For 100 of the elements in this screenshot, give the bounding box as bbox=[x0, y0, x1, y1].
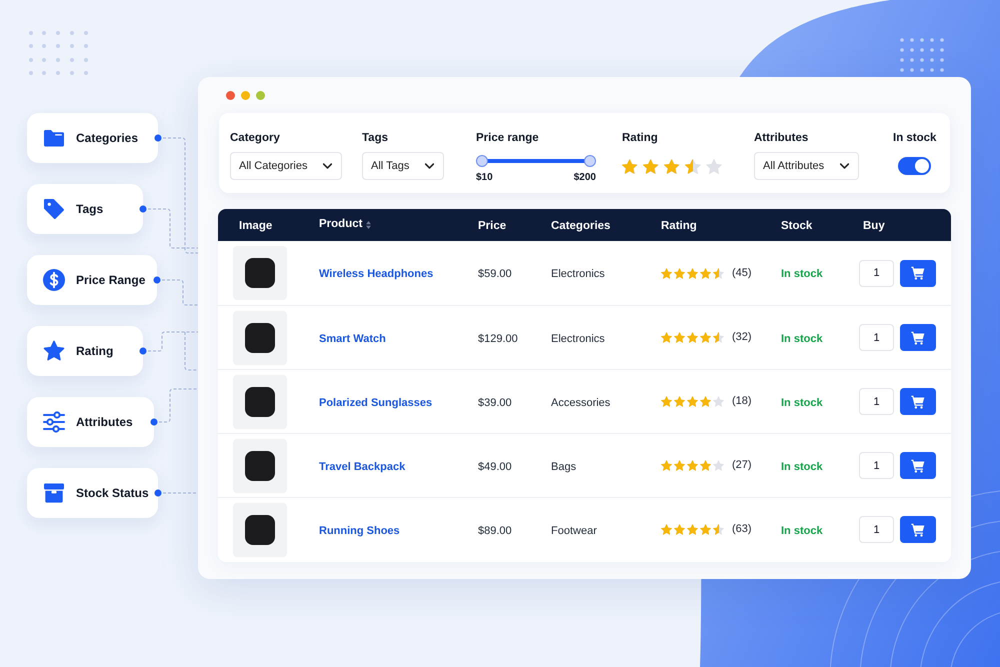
product-link[interactable]: Smart Watch bbox=[319, 332, 386, 344]
range-handle[interactable] bbox=[476, 155, 488, 167]
range-min-label: $10 bbox=[476, 171, 493, 185]
add-to-cart-button[interactable] bbox=[900, 324, 936, 351]
star-icon bbox=[622, 158, 638, 174]
category-text: Electronics bbox=[551, 268, 605, 280]
category-text: Accessories bbox=[551, 396, 610, 408]
box-icon bbox=[43, 482, 65, 504]
connector-line bbox=[154, 276, 198, 306]
column-header: Price bbox=[478, 220, 506, 232]
product-photo-placeholder bbox=[233, 438, 287, 492]
star-icon bbox=[661, 524, 672, 535]
quantity-input[interactable]: 1 bbox=[859, 324, 894, 351]
star-icon bbox=[713, 460, 724, 471]
feature-label: Attributes bbox=[76, 414, 133, 431]
dot-grid-drawing bbox=[900, 38, 944, 72]
add-to-cart-button[interactable] bbox=[900, 516, 936, 543]
product-photo-placeholder bbox=[233, 310, 287, 364]
star-icon bbox=[674, 396, 685, 407]
range-handle[interactable] bbox=[584, 155, 596, 167]
add-to-cart-button[interactable] bbox=[900, 388, 936, 415]
chevron-down-icon bbox=[323, 163, 332, 169]
star-icon bbox=[687, 460, 698, 471]
feature-label: Categories bbox=[76, 130, 138, 147]
feature-label: Stock Status bbox=[76, 485, 149, 502]
price-text: $59.00 bbox=[478, 268, 512, 280]
star-icon bbox=[674, 268, 685, 278]
star-icon bbox=[674, 460, 685, 471]
star-icon bbox=[700, 396, 711, 407]
star-icon bbox=[687, 524, 698, 535]
add-to-cart-button[interactable] bbox=[900, 260, 936, 286]
product-link[interactable]: Polarized Sunglasses bbox=[319, 396, 432, 408]
quantity-input[interactable]: 1 bbox=[859, 260, 894, 286]
star-icon bbox=[713, 268, 724, 278]
cart-icon bbox=[911, 330, 925, 344]
dropdown[interactable]: All Tags bbox=[362, 152, 444, 180]
star-icon bbox=[687, 268, 698, 278]
star-icon bbox=[43, 340, 65, 362]
quantity-input[interactable]: 1 bbox=[859, 516, 894, 543]
star-icon bbox=[661, 268, 672, 278]
review-count: (32) bbox=[732, 330, 752, 346]
category-text: Footwear bbox=[551, 524, 597, 536]
star-icon bbox=[661, 332, 672, 343]
connector-line bbox=[150, 388, 198, 426]
dropdown[interactable]: All Attributes bbox=[754, 152, 860, 180]
review-count: (18) bbox=[732, 394, 752, 410]
review-count: (27) bbox=[732, 458, 752, 474]
product-link[interactable]: Travel Backpack bbox=[319, 460, 406, 472]
review-count: (63) bbox=[732, 522, 752, 538]
star-icon bbox=[643, 158, 659, 174]
product-photo-placeholder bbox=[233, 246, 287, 300]
quantity-input[interactable]: 1 bbox=[859, 452, 894, 479]
product-link[interactable]: Wireless Headphones bbox=[319, 268, 434, 280]
column-header: Stock bbox=[781, 220, 812, 232]
star-icon bbox=[700, 332, 711, 343]
filter-label: Category bbox=[230, 131, 281, 145]
toggle-switch[interactable] bbox=[898, 157, 931, 175]
stock-status: In stock bbox=[781, 332, 823, 344]
window-close-button[interactable] bbox=[226, 91, 235, 100]
cart-icon bbox=[911, 522, 925, 536]
product-photo-placeholder bbox=[233, 502, 287, 556]
star-icon bbox=[687, 332, 698, 343]
connector-line bbox=[140, 332, 198, 370]
feature-label: Price Range bbox=[76, 272, 146, 289]
category-text: Electronics bbox=[551, 332, 605, 344]
filter-label: In stock bbox=[893, 131, 938, 145]
product-link[interactable]: Running Shoes bbox=[319, 524, 400, 536]
dropdown[interactable]: All Categories bbox=[230, 152, 342, 180]
column-header: Image bbox=[239, 220, 272, 232]
range-max-label: $200 bbox=[574, 171, 596, 185]
feature-label: Tags bbox=[76, 201, 104, 218]
product-photo-placeholder bbox=[233, 374, 287, 428]
star-icon bbox=[685, 158, 701, 174]
column-header: Buy bbox=[863, 220, 885, 232]
column-header: Categories bbox=[551, 220, 610, 232]
star-icon bbox=[661, 460, 672, 471]
column-header: Rating bbox=[661, 220, 697, 232]
dot-grid-drawing bbox=[29, 31, 89, 76]
price-text: $39.00 bbox=[478, 396, 512, 408]
star-icon bbox=[661, 396, 672, 407]
folder-icon bbox=[43, 127, 65, 149]
filter-label: Attributes bbox=[754, 131, 810, 145]
star-icon bbox=[713, 396, 724, 407]
column-header[interactable]: Product bbox=[319, 216, 372, 234]
filter-label: Rating bbox=[622, 131, 659, 145]
price-range-slider[interactable] bbox=[476, 155, 596, 167]
star-icon bbox=[700, 524, 711, 535]
dollar-coin-icon bbox=[43, 269, 65, 291]
star-icon bbox=[700, 268, 711, 278]
chevron-down-icon bbox=[840, 163, 850, 169]
filter-label: Tags bbox=[362, 131, 389, 145]
quantity-input[interactable]: 1 bbox=[859, 388, 894, 415]
cart-icon bbox=[911, 266, 925, 280]
star-icon bbox=[687, 396, 698, 407]
star-icon bbox=[674, 332, 685, 343]
sliders-icon bbox=[43, 411, 65, 433]
stock-status: In stock bbox=[781, 460, 823, 472]
add-to-cart-button[interactable] bbox=[900, 452, 936, 479]
filter-label: Price range bbox=[476, 131, 540, 145]
star-icon bbox=[674, 524, 685, 535]
